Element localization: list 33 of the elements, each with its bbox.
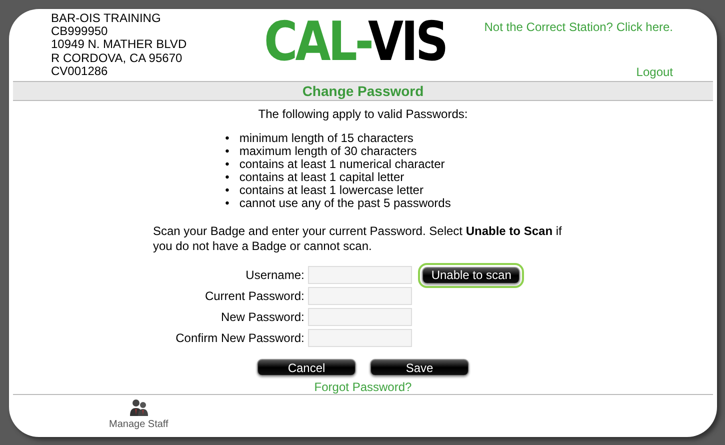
field-label: Username: bbox=[244, 268, 304, 282]
station-info-line: CB999950 bbox=[51, 25, 109, 38]
bullet: • bbox=[225, 145, 230, 158]
people-icon[interactable] bbox=[128, 399, 149, 417]
bullet: • bbox=[225, 158, 230, 171]
field-label: Current Password: bbox=[204, 289, 304, 303]
rule-item: maximum length of 30 characters bbox=[239, 145, 417, 158]
page-title: Change Password bbox=[13, 81, 713, 101]
field-label: New Password: bbox=[220, 310, 304, 324]
rules-intro: The following apply to valid Passwords: bbox=[258, 107, 468, 121]
field-label: Confirm New Password: bbox=[176, 331, 304, 345]
manage-staff-label[interactable]: Manage Staff bbox=[109, 419, 168, 431]
instructions: Scan your Badge and enter your current Password. Select Unable to Scan if you do not have a Badge or cannot scan. bbox=[153, 224, 563, 254]
input-field[interactable] bbox=[308, 308, 412, 326]
rule-item: contains at least 1 lowercase letter bbox=[239, 184, 424, 197]
station-info-line: CV001286 bbox=[51, 64, 109, 78]
rule-item: cannot use any of the past 5 passwords bbox=[239, 197, 451, 210]
bullet: • bbox=[225, 197, 230, 210]
input-field[interactable] bbox=[308, 329, 412, 347]
rule-item: minimum length of 15 characters bbox=[239, 132, 414, 145]
station-info-line: R CORDOVA, CA 95670 bbox=[51, 52, 184, 65]
input-field[interactable] bbox=[308, 266, 412, 284]
bullet: • bbox=[225, 171, 230, 184]
rule-item: contains at least 1 numerical character bbox=[239, 158, 445, 171]
station-info-line: BAR-OIS TRAINING bbox=[51, 12, 162, 26]
input-field[interactable] bbox=[308, 287, 412, 305]
save-button[interactable]: Save bbox=[370, 359, 469, 376]
logo: CAL-VIS bbox=[264, 12, 446, 75]
bullet: • bbox=[225, 184, 230, 197]
station-info-line: 10949 N. MATHER BLVD bbox=[51, 38, 187, 52]
rule-item: contains at least 1 capital letter bbox=[239, 171, 404, 184]
bullet: • bbox=[225, 132, 230, 145]
cancel-button[interactable]: Cancel bbox=[257, 359, 356, 376]
